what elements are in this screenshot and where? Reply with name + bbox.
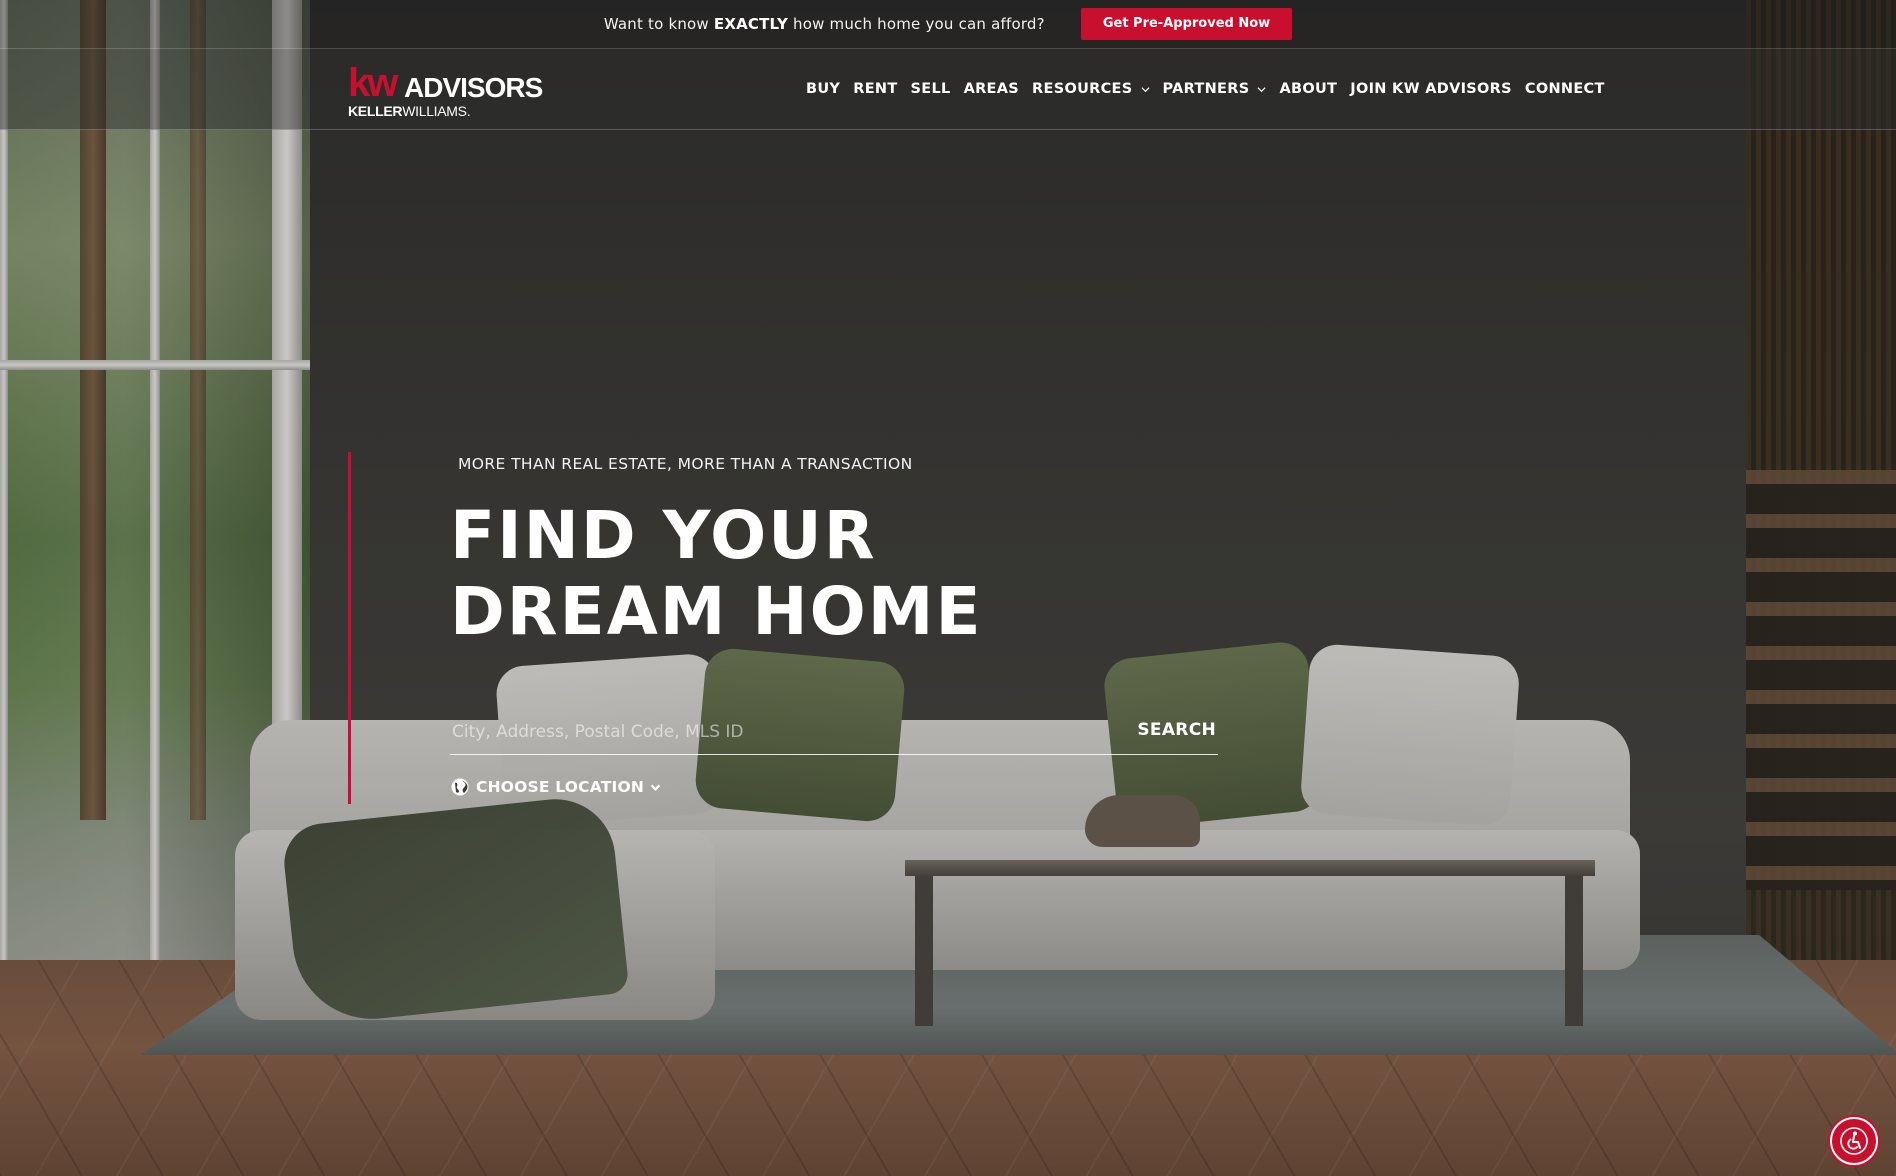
kw-advisors-logo[interactable]: kw ADVISORS KELLERWILLIAMS. [348,61,543,119]
nav-item-resources[interactable]: RESOURCES [1032,81,1150,97]
nav-item-about[interactable]: ABOUT [1279,81,1337,97]
announcement-prefix: Want to know [603,15,709,33]
nav-item-connect[interactable]: CONNECT [1525,81,1605,97]
chevron-down-icon [1257,86,1266,92]
hero-tagline: MORE THAN REAL ESTATE, MORE THAN A TRANS… [458,455,913,473]
accessibility-button[interactable] [1830,1117,1878,1165]
headline-line-2: DREAM HOME [450,573,983,650]
get-pre-approved-button[interactable]: Get Pre-Approved Now [1080,8,1293,40]
nav-item-sell[interactable]: SELL [911,81,951,97]
announcement-emphasis: EXACTLY [713,15,789,33]
chevron-down-icon [650,784,661,791]
logo-advisors-text: ADVISORS [404,72,543,103]
logo-kw-mark: kw [348,61,398,105]
property-search-bar: SEARCH [450,706,1218,755]
main-navbar: kw ADVISORS KELLERWILLIAMS. BUY RENT SEL… [0,49,1896,130]
choose-location-label: CHOOSE LOCATION [476,778,645,796]
announcement-text: Want to know EXACTLY how much home you c… [604,15,1045,33]
nav-item-partners[interactable]: PARTNERS [1163,81,1267,97]
nav-item-rent[interactable]: RENT [853,81,897,97]
hero-accent-line [348,452,351,804]
hero-headline: FIND YOUR DREAM HOME [450,498,1050,650]
page: Want to know EXACTLY how much home you c… [0,0,1896,1176]
nav-links: BUY RENT SELL AREAS RESOURCES PARTNERS A… [806,49,1605,129]
headline-line-1: FIND YOUR [450,497,877,574]
announcement-bar: Want to know EXACTLY how much home you c… [0,0,1896,49]
choose-location-dropdown[interactable]: CHOOSE LOCATION [451,778,661,796]
nav-item-join-kw-advisors[interactable]: JOIN KW ADVISORS [1350,81,1512,97]
announcement-suffix: how much home you can afford? [793,15,1045,33]
nav-item-buy[interactable]: BUY [806,81,840,97]
globe-icon [451,778,469,796]
nav-item-areas[interactable]: AREAS [964,81,1019,97]
accessibility-icon [1840,1127,1868,1155]
logo-keller-williams-text: KELLERWILLIAMS. [348,103,471,119]
search-button[interactable]: SEARCH [1137,720,1216,740]
property-search-input[interactable] [450,714,1094,750]
chevron-down-icon [1140,86,1150,92]
